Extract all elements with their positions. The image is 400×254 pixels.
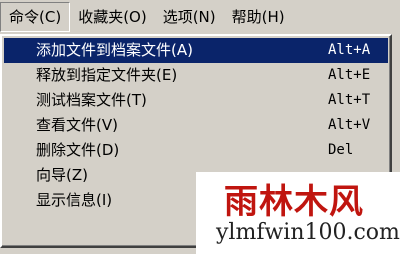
menu-item-label: 添加文件到档案文件(A): [36, 41, 193, 59]
menu-item-test-archive[interactable]: 测试档案文件(T) Alt+T: [4, 88, 388, 113]
menu-item-shortcut: Alt+T: [328, 92, 371, 108]
menu-favorites[interactable]: 收藏夹(O): [70, 2, 155, 32]
watermark-logo-text: 雨林木风: [224, 182, 364, 222]
menu-item-view-file[interactable]: 查看文件(V) Alt+V: [4, 113, 388, 138]
menu-item-extract-to-folder[interactable]: 释放到指定文件夹(E) Alt+E: [4, 63, 388, 88]
menu-item-shortcut: Alt+E: [328, 67, 371, 83]
menu-item-shortcut: Alt+A: [328, 42, 371, 58]
menu-item-shortcut: Del: [328, 142, 354, 158]
menu-options[interactable]: 选项(N): [155, 2, 224, 32]
menu-item-shortcut: Alt+V: [328, 117, 371, 133]
menu-item-label: 释放到指定文件夹(E): [36, 66, 178, 84]
menu-item-label: 向导(Z): [36, 166, 88, 184]
menu-item-label: 查看文件(V): [36, 116, 118, 134]
menu-help[interactable]: 帮助(H): [224, 2, 293, 32]
menu-item-label: 测试档案文件(T): [36, 91, 147, 109]
menu-item-label: 删除文件(D): [36, 141, 120, 159]
menu-item-add-to-archive[interactable]: 添加文件到档案文件(A) Alt+A: [4, 38, 388, 63]
menu-command[interactable]: 命令(C): [0, 2, 71, 32]
site-watermark: 雨林木风 ylmfwin100.com: [196, 172, 400, 254]
menu-bar: 命令(C) 收藏夹(O) 选项(N) 帮助(H): [0, 0, 400, 34]
menu-item-delete-file[interactable]: 删除文件(D) Del: [4, 138, 388, 163]
menu-item-label: 显示信息(I): [36, 191, 113, 209]
watermark-url: ylmfwin100.com: [216, 220, 400, 245]
